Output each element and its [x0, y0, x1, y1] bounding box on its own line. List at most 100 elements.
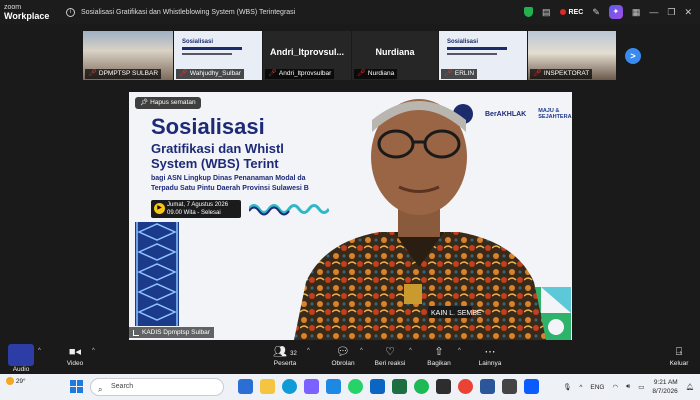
- chat-button[interactable]: 💬︎ Obrolan: [326, 344, 360, 367]
- ai-companion-icon[interactable]: ✦: [608, 5, 623, 19]
- photos-icon[interactable]: [436, 379, 451, 394]
- maximize-button[interactable]: ❐: [667, 7, 675, 18]
- security-shield-icon[interactable]: [524, 7, 534, 17]
- whatsapp-icon[interactable]: [348, 379, 363, 394]
- info-icon[interactable]: i: [66, 7, 75, 17]
- participant-tile[interactable]: Sosialisasi 🎤︎ Wahjudhy_Sulbar: [174, 31, 262, 80]
- participants-label: Peserta: [273, 360, 297, 367]
- caption-icon[interactable]: ▤: [542, 7, 551, 18]
- excel-icon[interactable]: [392, 379, 407, 394]
- participant-name-tag: 🎤︎ INSPEKTORAT: [530, 69, 593, 79]
- react-chevron-icon[interactable]: ^: [409, 348, 412, 354]
- mic-muted-icon: 🎤︎: [268, 70, 277, 77]
- task-view-icon[interactable]: [238, 379, 253, 394]
- minimize-button[interactable]: —: [649, 7, 658, 17]
- more-button[interactable]: ⋯ Lainnya: [475, 344, 505, 367]
- participant-tile[interactable]: 🎤︎ INSPEKTORAT: [528, 31, 616, 80]
- word-icon[interactable]: [480, 379, 495, 394]
- participant-name-tag: 🎤︎ Nurdiana: [354, 69, 398, 79]
- participants-button[interactable]: 👥︎ 32 Peserta: [265, 344, 305, 367]
- clock[interactable]: 9:21 AM 8/7/2026: [652, 378, 677, 396]
- leave-label: Keluar: [669, 360, 689, 367]
- volume-icon[interactable]: 🔊︎: [626, 383, 630, 391]
- share-label: Bagikan: [427, 360, 451, 367]
- share-chevron-icon[interactable]: ^: [458, 348, 461, 354]
- speaker-name-tag: KADIS Dpmptsp Sulbar: [129, 327, 214, 338]
- batik-pattern: [135, 222, 179, 326]
- close-button[interactable]: ✕: [684, 7, 692, 18]
- participants-chevron-icon[interactable]: ^: [307, 348, 310, 354]
- mic-muted-icon: 🎤︎: [533, 70, 542, 77]
- chat-chevron-icon[interactable]: ^: [360, 348, 363, 354]
- mic-muted-icon: 🎤︎: [357, 70, 366, 77]
- system-tray: 🎙︎ ^ ENG ◠ 🔊︎ ▭ 9:21 AM 8/7/2026 🔔︎: [563, 376, 694, 398]
- participant-tile[interactable]: Sosialisasi 🎤︎ ERLIN: [439, 31, 527, 80]
- outlook-icon[interactable]: [370, 379, 385, 394]
- react-button[interactable]: ♡ Beri reaksi: [371, 344, 409, 367]
- title-bar: zoom Workplace i Sosialisasi Gratifikasi…: [0, 0, 700, 24]
- temperature: 29°: [15, 378, 26, 385]
- media-player-icon[interactable]: [502, 379, 517, 394]
- chrome-icon[interactable]: [458, 379, 473, 394]
- store-icon[interactable]: [326, 379, 341, 394]
- name-badge-text: KAIN L. SEMBE: [431, 310, 482, 317]
- copilot-icon[interactable]: [304, 379, 319, 394]
- slide-subtitle-1: Gratifikasi dan Whistl: [151, 141, 284, 156]
- spotify-icon[interactable]: [414, 379, 429, 394]
- audio-options-chevron-icon[interactable]: ^: [38, 348, 41, 354]
- wifi-icon[interactable]: ◠: [612, 383, 618, 391]
- audio-button[interactable]: Audio: [4, 344, 38, 373]
- file-explorer-icon[interactable]: [260, 379, 275, 394]
- clock-time: 9:21 AM: [653, 379, 678, 386]
- recording-indicator[interactable]: REC: [559, 8, 584, 16]
- view-icon[interactable]: ▦: [632, 7, 641, 18]
- edge-icon[interactable]: [282, 379, 297, 394]
- taskbar-search[interactable]: ⌕ Search: [90, 378, 224, 396]
- unpin-button[interactable]: 📌︎ Hapus sematan: [135, 97, 201, 109]
- mic-muted-icon: 🎤︎: [179, 70, 188, 77]
- microphone-icon[interactable]: 🎙︎: [563, 383, 571, 391]
- participant-name-tag: 🎤︎ Andri_ltprovsulbar: [265, 69, 335, 79]
- slide-title: Sosialisasi: [151, 114, 265, 139]
- participant-name-tag: 🎤︎ ERLIN: [441, 69, 478, 79]
- chat-icon: 💬︎: [336, 346, 350, 358]
- meeting-title: Sosialisasi Gratifikasi dan Whistleblowi…: [81, 8, 296, 16]
- search-icon: ⌕: [98, 385, 103, 394]
- search-placeholder: Search: [111, 383, 134, 390]
- play-icon: ▶: [154, 203, 165, 214]
- battery-icon[interactable]: ▭: [638, 383, 644, 391]
- chat-label: Obrolan: [331, 360, 355, 367]
- heart-icon: ♡: [385, 346, 395, 358]
- main-stage: 📌︎ Hapus sematan BerAKHLAK MAJU & SEJAHT…: [0, 86, 700, 342]
- pinned-apps: [238, 379, 539, 394]
- react-label: Beri reaksi: [374, 360, 406, 367]
- participant-tile[interactable]: 🎤︎ DPMPTSP SULBAR: [83, 31, 173, 80]
- annotate-icon[interactable]: ✎: [592, 7, 600, 18]
- leave-button[interactable]: ⍈ Keluar: [664, 344, 694, 367]
- share-screen-icon: ⇧: [434, 346, 444, 358]
- video-button[interactable]: ■◂ Video: [60, 344, 90, 367]
- record-dot-icon: [559, 9, 566, 15]
- more-label: Lainnya: [478, 360, 502, 367]
- notification-icon[interactable]: 🔔︎: [686, 383, 694, 391]
- windows-taskbar: 29° ⌕ Search 🎙︎ ^ ENG ◠ 🔊︎ ▭ 9:21 AM 8/7…: [0, 374, 700, 400]
- chevron-up-icon[interactable]: ^: [579, 384, 582, 391]
- share-button[interactable]: ⇧ Bagikan: [424, 344, 454, 367]
- language-indicator[interactable]: ENG: [590, 384, 604, 391]
- rec-label: REC: [568, 8, 584, 16]
- zoom-app-icon[interactable]: [524, 379, 539, 394]
- participant-tile[interactable]: Andri_ltprovsul... 🎤︎ Andri_ltprovsulbar: [263, 31, 351, 80]
- participants-icon: 👥︎ 32: [273, 346, 297, 358]
- sun-icon: [6, 377, 14, 386]
- audio-icon: [8, 344, 34, 366]
- slide-date-box: ▶ Jumat, 7 Agustus 2026 09.00 Wita - Sel…: [151, 200, 241, 218]
- speaker-video[interactable]: 📌︎ Hapus sematan BerAKHLAK MAJU & SEJAHT…: [129, 92, 572, 340]
- clock-date: 8/7/2026: [652, 388, 678, 395]
- participant-tile[interactable]: Nurdiana 🎤︎ Nurdiana: [352, 31, 438, 80]
- weather-widget[interactable]: 29°: [6, 377, 26, 386]
- start-button[interactable]: [70, 380, 83, 393]
- participant-name-tag: 🎤︎ DPMPTSP SULBAR: [85, 69, 162, 79]
- slide-subtitle-2: System (WBS) Terint: [151, 156, 279, 171]
- next-page-button[interactable]: >: [625, 48, 641, 64]
- video-options-chevron-icon[interactable]: ^: [92, 348, 95, 354]
